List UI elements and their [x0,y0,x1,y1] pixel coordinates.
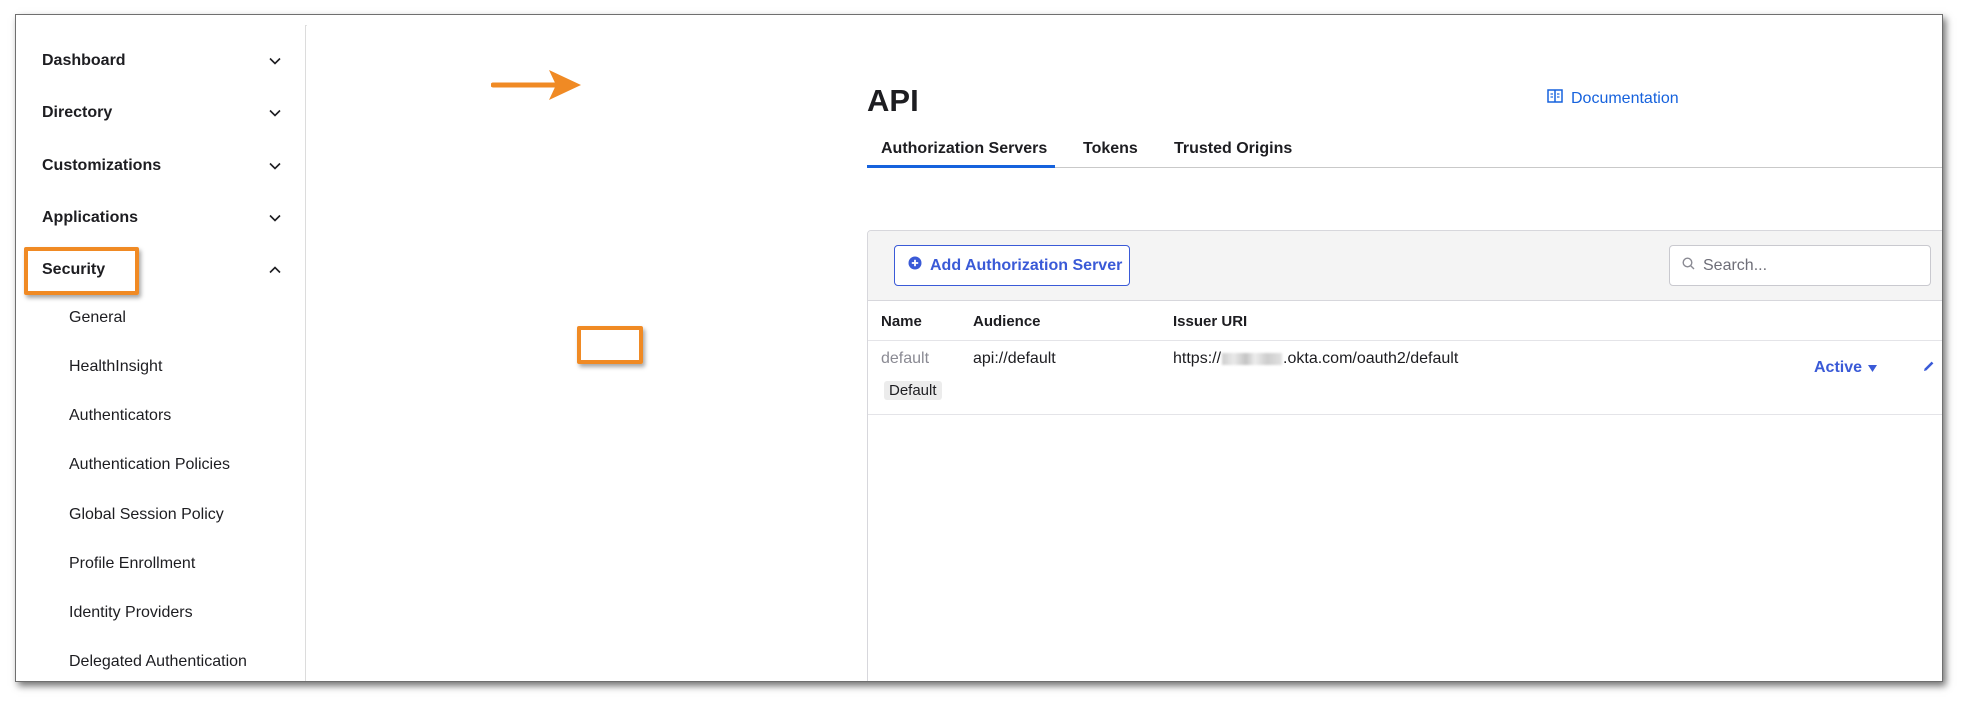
sidebar-subitem-delegated-authentication[interactable]: Delegated Authentication [69,653,247,671]
main-content: API Documentation Authorization Servers … [307,25,1942,681]
default-badge: Default [884,381,942,400]
sidebar-item-directory[interactable]: Directory [42,98,282,128]
sidebar-subitem-global-session-policy[interactable]: Global Session Policy [69,506,224,524]
sidebar: Dashboard Directory Customizations Appli… [16,25,306,681]
default-name-highlight-box [577,326,643,364]
column-header-name: Name [881,313,922,330]
page-title: API [867,83,919,118]
chevron-up-icon [268,263,282,277]
tab-tokens[interactable]: Tokens [1083,140,1138,158]
table-header: Name Audience Issuer URI [868,301,1942,341]
app-window: Dashboard Directory Customizations Appli… [15,14,1943,682]
sidebar-item-applications[interactable]: Applications [42,203,282,233]
sidebar-item-label: Directory [42,104,113,121]
table-row: default Default api://default https:// .o… [868,341,1942,415]
audience-value: api://default [973,350,1056,367]
add-button-label: Add Authorization Server [930,256,1123,274]
documentation-label: Documentation [1571,89,1679,107]
pencil-icon[interactable] [1922,359,1936,378]
panel-toolbar: Add Authorization Server [868,231,1942,301]
add-authorization-server-button[interactable]: Add Authorization Server [894,245,1130,286]
chevron-down-icon [268,54,282,68]
status-dropdown[interactable]: Active [1814,359,1878,377]
issuer-uri-suffix: .okta.com/oauth2/default [1283,350,1459,367]
sidebar-subitem-identity-providers[interactable]: Identity Providers [69,604,193,622]
annotation-arrow-icon [491,70,581,100]
tab-authorization-servers[interactable]: Authorization Servers [881,140,1047,158]
sidebar-item-dashboard[interactable]: Dashboard [42,46,282,76]
sidebar-item-label: Dashboard [42,52,126,69]
chevron-down-icon [268,211,282,225]
sidebar-subitem-authenticators[interactable]: Authenticators [69,407,171,425]
sidebar-subitem-authentication-policies[interactable]: Authentication Policies [69,456,230,474]
sidebar-subitem-profile-enrollment[interactable]: Profile Enrollment [69,555,195,573]
chevron-down-icon [268,106,282,120]
server-name-link[interactable]: default [881,350,929,368]
security-highlight-box [24,247,139,295]
chevron-down-icon [268,159,282,173]
active-tab-indicator [867,165,1055,168]
column-header-audience: Audience [973,313,1041,330]
column-header-issuer-uri: Issuer URI [1173,313,1248,330]
redacted-domain [1222,352,1283,365]
issuer-uri-prefix: https:// [1173,350,1222,367]
sidebar-item-label: Applications [42,209,139,226]
documentation-link[interactable]: Documentation [1547,89,1679,108]
tab-trusted-origins[interactable]: Trusted Origins [1174,140,1292,158]
caret-down-icon [1868,359,1878,377]
search-input[interactable] [1703,256,1903,275]
tab-bar: Authorization Servers Tokens Trusted Ori… [867,129,1942,168]
sidebar-subitem-general[interactable]: General [69,309,126,327]
sidebar-item-customizations[interactable]: Customizations [42,151,282,181]
issuer-uri-value: https:// .okta.com/oauth2/default [1173,350,1458,368]
authorization-servers-panel: Add Authorization Server Name Audience I… [867,230,1942,681]
search-icon [1682,256,1695,275]
book-icon [1547,89,1563,108]
status-label: Active [1814,359,1863,376]
plus-circle-icon [908,256,922,275]
search-field[interactable] [1669,245,1931,286]
sidebar-subitem-healthinsight[interactable]: HealthInsight [69,358,162,376]
sidebar-item-label: Customizations [42,157,162,174]
